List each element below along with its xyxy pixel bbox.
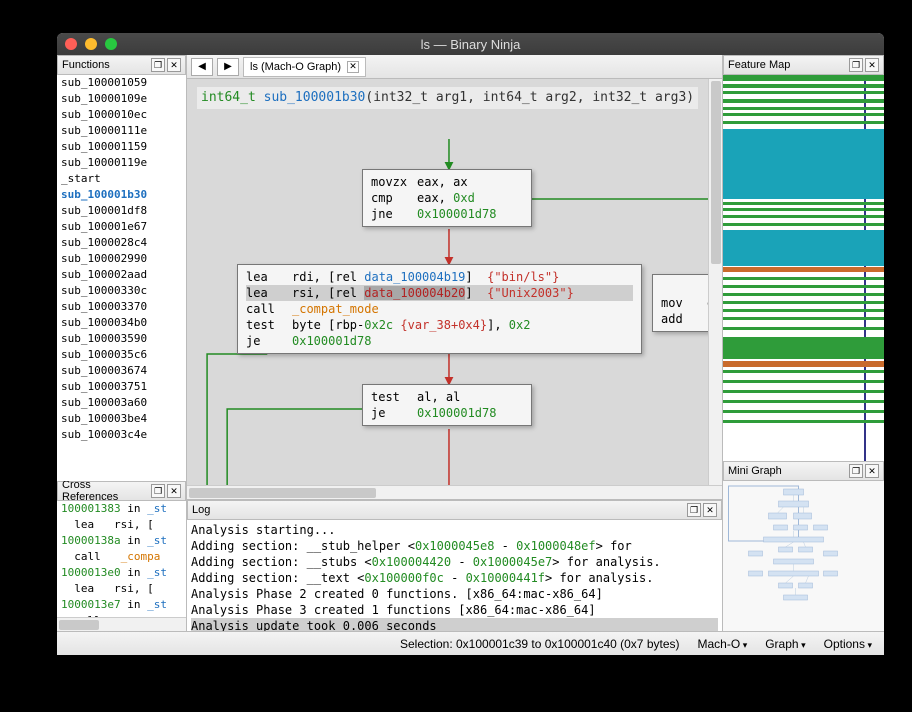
mini-panel-title: Mini Graph [728, 465, 782, 477]
xref-row[interactable]: 1000013e0 in _st [57, 565, 186, 581]
xrefs-list[interactable]: 100001383 in _st lea rsi, [10000138a in … [57, 501, 186, 617]
function-item[interactable]: sub_100003c4e [57, 427, 186, 443]
function-item[interactable]: sub_100003751 [57, 379, 186, 395]
function-item[interactable]: sub_100001059 [57, 75, 186, 91]
log-line: Analysis update took 0.006 seconds [191, 618, 718, 631]
nav-forward-button[interactable]: ▶ [217, 58, 239, 76]
functions-panel-title: Functions [62, 59, 110, 71]
mini-graph[interactable] [723, 481, 884, 631]
function-item[interactable]: sub_1000028c4 [57, 235, 186, 251]
close-icon[interactable]: ✕ [865, 58, 879, 72]
close-icon[interactable]: ✕ [167, 58, 181, 72]
tab-label: ls (Mach-O Graph) [250, 61, 341, 73]
feature-map[interactable] [723, 75, 884, 461]
status-arch-dropdown[interactable]: Mach-O [698, 637, 748, 651]
titlebar[interactable]: ls — Binary Ninja [57, 33, 884, 55]
statusbar: Selection: 0x100001c39 to 0x100001c40 (0… [57, 631, 884, 655]
tab-graph[interactable]: ls (Mach-O Graph) ✕ [243, 57, 366, 77]
function-item[interactable]: sub_10000119e [57, 155, 186, 171]
close-icon[interactable]: ✕ [167, 484, 181, 498]
function-item[interactable]: sub_100001159 [57, 139, 186, 155]
graph-node[interactable]: movzxeax, axcmpeax, 0xdjne0x100001d78 [362, 169, 532, 227]
function-item[interactable]: sub_100001e67 [57, 219, 186, 235]
graph-view[interactable]: int64_t sub_100001b30(int32_t arg1, int6… [187, 79, 722, 499]
function-item[interactable]: sub_100002aad [57, 267, 186, 283]
feature-panel-title: Feature Map [728, 59, 790, 71]
log-line: Analysis starting... [191, 522, 718, 538]
function-item[interactable]: sub_1000034b0 [57, 315, 186, 331]
log-line: Adding section: __stubs <0x100004420 - 0… [191, 554, 718, 570]
function-item[interactable]: sub_100003370 [57, 299, 186, 315]
status-options-dropdown[interactable]: Options [824, 637, 872, 651]
functions-list[interactable]: sub_100001059sub_10000109esub_1000010ecs… [57, 75, 186, 481]
function-item[interactable]: sub_100003be4 [57, 411, 186, 427]
close-window-button[interactable] [65, 38, 77, 50]
function-item[interactable]: sub_10000111e [57, 123, 186, 139]
log-panel-header[interactable]: Log ❐ ✕ [187, 500, 722, 520]
function-item[interactable]: sub_100003a60 [57, 395, 186, 411]
xref-row[interactable]: lea rsi, [ [57, 581, 186, 597]
restore-icon[interactable]: ❐ [849, 464, 863, 478]
function-item[interactable]: sub_100002990 [57, 251, 186, 267]
xrefs-panel-header[interactable]: Cross References ❐ ✕ [57, 481, 186, 501]
function-item[interactable]: _start [57, 171, 186, 187]
function-item[interactable]: sub_1000010ec [57, 107, 186, 123]
log-line: Adding section: __text <0x100000f0c - 0x… [191, 570, 718, 586]
close-icon[interactable]: ✕ [865, 464, 879, 478]
graph-node[interactable]: leardi, [rel data_100004b19] {"bin/ls"}l… [237, 264, 642, 354]
log-line: Adding section: __stub_helper <0x1000045… [191, 538, 718, 554]
restore-icon[interactable]: ❐ [151, 484, 165, 498]
zoom-window-button[interactable] [105, 38, 117, 50]
mini-panel-header[interactable]: Mini Graph ❐ ✕ [723, 461, 884, 481]
graph-scrollbar-h[interactable] [187, 485, 722, 499]
xrefs-scrollbar-h[interactable] [57, 617, 186, 631]
function-item[interactable]: sub_100001b30 [57, 187, 186, 203]
restore-icon[interactable]: ❐ [151, 58, 165, 72]
log-panel-title: Log [192, 504, 210, 516]
function-item[interactable]: sub_100003674 [57, 363, 186, 379]
log-line: Analysis Phase 3 created 1 functions [x8… [191, 602, 718, 618]
xref-row[interactable]: lea rsi, [ [57, 517, 186, 533]
functions-panel-header[interactable]: Functions ❐ ✕ [57, 55, 186, 75]
app-window: ls — Binary Ninja Functions ❐ ✕ sub_1000… [57, 33, 884, 655]
xref-row[interactable]: 1000013e7 in _st [57, 597, 186, 613]
tab-close-icon[interactable]: ✕ [347, 61, 359, 73]
function-item[interactable]: sub_100001df8 [57, 203, 186, 219]
toolbar: ◀ ▶ ls (Mach-O Graph) ✕ [187, 55, 722, 79]
function-item[interactable]: sub_1000035c6 [57, 347, 186, 363]
function-item[interactable]: sub_10000109e [57, 91, 186, 107]
nav-back-button[interactable]: ◀ [191, 58, 213, 76]
close-icon[interactable]: ✕ [703, 503, 717, 517]
feature-panel-header[interactable]: Feature Map ❐ ✕ [723, 55, 884, 75]
graph-node[interactable]: testal, alje0x100001d78 [362, 384, 532, 426]
graph-scrollbar-v[interactable] [708, 79, 722, 485]
function-signature: int64_t sub_100001b30(int32_t arg1, int6… [197, 87, 698, 109]
traffic-lights [65, 38, 117, 50]
status-selection: Selection: 0x100001c39 to 0x100001c40 (0… [400, 637, 680, 651]
window-title: ls — Binary Ninja [57, 37, 884, 52]
function-item[interactable]: sub_10000330c [57, 283, 186, 299]
restore-icon[interactable]: ❐ [687, 503, 701, 517]
minimize-window-button[interactable] [85, 38, 97, 50]
restore-icon[interactable]: ❐ [849, 58, 863, 72]
function-item[interactable]: sub_100003590 [57, 331, 186, 347]
xref-row[interactable]: 10000138a in _st [57, 533, 186, 549]
status-view-dropdown[interactable]: Graph [765, 637, 805, 651]
log-output[interactable]: Analysis starting...Adding section: __st… [187, 520, 722, 631]
xref-row[interactable]: call _compa [57, 549, 186, 565]
xrefs-panel-title: Cross References [62, 481, 149, 503]
xref-row[interactable]: 100001383 in _st [57, 501, 186, 517]
log-line: Analysis Phase 2 created 0 functions. [x… [191, 586, 718, 602]
